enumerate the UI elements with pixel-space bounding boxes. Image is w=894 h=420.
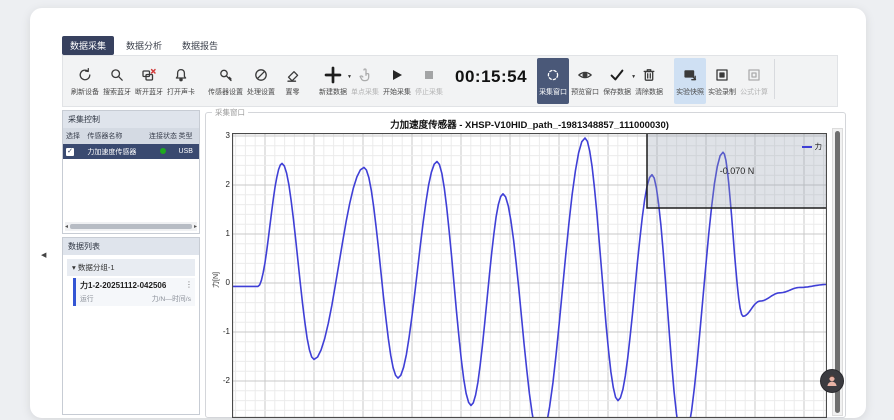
sensor-type: USB: [179, 148, 196, 155]
dashed-circle-icon: [545, 65, 561, 85]
plus-icon: [324, 65, 342, 85]
refresh-device-button[interactable]: 刷新设备: [69, 58, 101, 104]
tab-data-analysis[interactable]: 数据分析: [118, 36, 170, 55]
search-icon: [109, 65, 125, 85]
snapshot-icon: [682, 65, 698, 85]
stop-capture-button[interactable]: 停止采集: [413, 58, 445, 104]
eraser-icon: [285, 65, 301, 85]
sidebar-collapse-button[interactable]: ◀: [41, 251, 46, 259]
chart-plot[interactable]: 力 -0.070 N: [232, 133, 827, 416]
process-settings-icon: [253, 65, 269, 85]
capture-control-panel: 采集控制 选择 传感器名称 连接状态 类型 ✓ 力加速度传感器 USB ◂ ▸: [62, 110, 200, 234]
y-tick-label: 2: [216, 180, 230, 189]
chart-annotation: -0.070 N: [687, 166, 787, 176]
data-list-panel: 数据列表 ▾ 数据分组-1 力1-2-20251112-042506 运行 力/…: [62, 237, 200, 415]
capture-control-title: 采集控制: [63, 111, 199, 128]
y-tick-label: 1: [216, 229, 230, 238]
sensor-table: 选择 传感器名称 连接状态 类型 ✓ 力加速度传感器 USB: [63, 128, 199, 159]
person-icon: [824, 373, 840, 389]
start-capture-button[interactable]: 开始采集: [381, 58, 413, 104]
formula-calc-button[interactable]: 公式计算: [738, 58, 770, 104]
record-icon: [714, 65, 730, 85]
tab-data-report[interactable]: 数据报告: [174, 36, 226, 55]
toolbar-separator: [774, 59, 775, 99]
eye-icon: [577, 65, 593, 85]
y-tick-label: 0: [216, 278, 230, 287]
preview-window-button[interactable]: 预览窗口: [569, 58, 601, 104]
connection-status-dot: [160, 148, 166, 154]
play-icon: [389, 65, 405, 85]
legend-line-swatch: [802, 146, 812, 148]
scroll-right-arrow-icon[interactable]: ▸: [194, 223, 197, 230]
chart-title: 力加速度传感器 - XHSP-V10HID_path_-1981348857_1…: [232, 117, 827, 131]
check-icon: [609, 65, 625, 85]
single-point-capture-button[interactable]: 单点采集: [349, 58, 381, 104]
toolbar: 刷新设备 搜索蓝牙 断开蓝牙 打开声卡 传感器设置 处理设置 置零 新建数据: [62, 55, 838, 107]
data-item-title: 力1-2-20251112-042506: [80, 280, 191, 291]
bell-icon: [173, 65, 189, 85]
sensor-table-header: 选择 传感器名称 连接状态 类型: [63, 128, 199, 144]
user-avatar-button[interactable]: [820, 369, 844, 393]
data-item-axes: 力/N—时间/s: [152, 293, 191, 303]
sensor-settings-button[interactable]: 传感器设置: [206, 58, 245, 104]
clear-data-button[interactable]: 清除数据: [633, 58, 665, 104]
hand-point-icon: [357, 65, 373, 85]
capture-timer: 00:15:54: [455, 67, 527, 87]
experiment-snapshot-button[interactable]: 实验快照: [674, 58, 706, 104]
item-menu-icon[interactable]: ⋮: [185, 280, 193, 289]
trash-icon: [641, 65, 657, 85]
y-tick-label: -2: [216, 376, 230, 385]
data-list-item[interactable]: 力1-2-20251112-042506 运行 力/N—时间/s ⋮: [73, 278, 195, 306]
process-settings-button[interactable]: 处理设置: [245, 58, 277, 104]
chart-legend: 力: [802, 141, 823, 152]
legend-series-label: 力: [815, 141, 823, 152]
main-tabbar: 数据采集 数据分析 数据报告: [62, 36, 226, 55]
stop-icon: [421, 65, 437, 85]
experiment-record-button[interactable]: 实验录制: [706, 58, 738, 104]
set-zero-button[interactable]: 置零: [277, 58, 308, 104]
sensor-table-hscrollbar[interactable]: ◂ ▸: [65, 222, 197, 231]
data-item-status: 运行: [80, 293, 94, 303]
refresh-icon: [77, 65, 93, 85]
new-data-button[interactable]: 新建数据 ▼: [317, 58, 349, 104]
y-tick-label: 3: [216, 131, 230, 140]
y-tick-label: -1: [216, 327, 230, 336]
sensor-checkbox[interactable]: ✓: [66, 148, 74, 156]
sensor-settings-icon: [218, 65, 234, 85]
scroll-left-arrow-icon[interactable]: ◂: [65, 223, 68, 230]
capture-window-button[interactable]: 采集窗口: [537, 58, 569, 104]
formula-icon: [746, 65, 762, 85]
save-data-button[interactable]: 保存数据 ▼: [601, 58, 633, 104]
data-group-row[interactable]: ▾ 数据分组-1: [67, 259, 195, 276]
open-soundcard-button[interactable]: 打开声卡: [165, 58, 197, 104]
hscroll-thumb[interactable]: [70, 224, 192, 229]
tab-data-capture[interactable]: 数据采集: [62, 36, 114, 55]
app-window: 数据采集 数据分析 数据报告 刷新设备 搜索蓝牙 断开蓝牙 打开声卡 传感器设置…: [30, 8, 866, 418]
disconnect-bluetooth-button[interactable]: 断开蓝牙: [133, 58, 165, 104]
data-list-title: 数据列表: [63, 238, 199, 255]
sensor-row[interactable]: ✓ 力加速度传感器 USB: [63, 144, 199, 159]
bluetooth-disconnect-icon: [141, 65, 157, 85]
search-bluetooth-button[interactable]: 搜索蓝牙: [101, 58, 133, 104]
sensor-name: 力加速度传感器: [87, 147, 147, 157]
